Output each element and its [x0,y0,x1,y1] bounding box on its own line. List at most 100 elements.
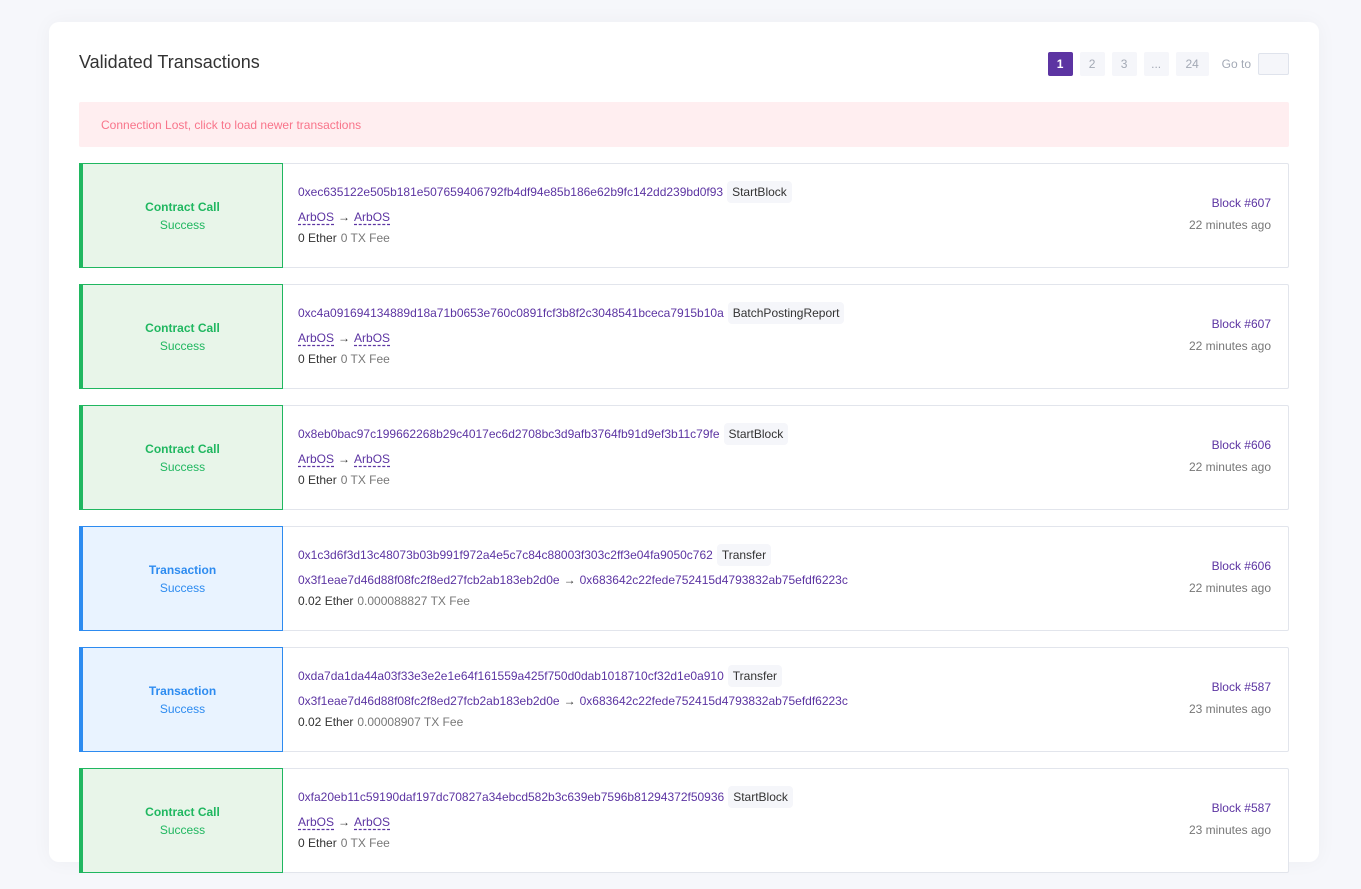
goto-page-input[interactable] [1258,53,1289,75]
tx-type-label: Transaction [148,562,217,577]
tx-method-badge: StartBlock [723,423,789,445]
tx-fee: 0 TX Fee [340,231,390,245]
tx-status-label: Success [159,580,206,595]
page-ellipsis-button[interactable]: ... [1143,52,1169,76]
tx-amount: 0 Ether [298,473,337,487]
tx-amount: 0 Ether [298,231,337,245]
tx-type-panel: Transaction Success [79,526,283,631]
tx-value-line: 0 Ether 0 TX Fee [298,352,1288,366]
transaction-list: Contract Call Success 0xec635122e505b181e5… [79,163,1289,889]
to-address-link[interactable]: 0x683642c22fede752415d4793832ab75efdf622… [580,573,848,587]
tx-age: 22 minutes ago [1188,460,1271,474]
tx-type-panel: Contract Call Success [79,405,283,510]
tx-type-label: Contract Call [145,804,220,819]
tx-details: 0xda7da1da44a03f33e3e2e1e64f161559a425f7… [283,648,1288,751]
tx-amount: 0 Ether [298,352,337,366]
tx-hash-link[interactable]: 0xec635122e505b181e507659406792fb4df94e8… [298,185,723,199]
block-link[interactable]: Block #607 [1189,317,1271,331]
pagination: 1 2 3 ... 24 Go to [1047,52,1289,76]
tx-status-label: Success [159,459,206,474]
tx-value-line: 0 Ether 0 TX Fee [298,473,1288,487]
goto-label: Go to [1221,57,1251,71]
arrow-right-icon: → [338,452,351,466]
tx-meta: Block #587 23 minutes ago [1189,680,1271,716]
from-address-link[interactable]: 0x3f1eae7d46d88f08fc2f8ed27fcb2ab183eb2d… [298,694,560,708]
tx-details: 0xec635122e505b181e507659406792fb4df94e8… [283,164,1288,267]
page-button-24[interactable]: 24 [1175,52,1209,76]
from-address-link[interactable]: ArbOS [298,331,334,345]
tx-address-line: ArbOS → ArbOS [298,210,1288,224]
block-link[interactable]: Block #587 [1189,801,1271,815]
page-button-1[interactable]: 1 [1047,52,1073,76]
tx-value-line: 0.02 Ether 0.00008907 TX Fee [298,715,1288,729]
tx-hash-line: 0x8eb0bac97c199662268b29c4017ec6d2708bc3… [298,421,1288,447]
tx-fee: 0 TX Fee [340,836,390,850]
tx-status-label: Success [159,701,206,716]
tx-type-label: Contract Call [145,441,220,456]
tx-hash-link[interactable]: 0x8eb0bac97c199662268b29c4017ec6d2708bc3… [298,427,720,441]
from-address-link[interactable]: 0x3f1eae7d46d88f08fc2f8ed27fcb2ab183eb2d… [298,573,560,587]
transaction-row: Contract Call Success 0xfa20eb11c59190daf1… [79,768,1289,873]
tx-type-panel: Contract Call Success [79,768,283,873]
tx-type-label: Transaction [148,683,217,698]
tx-age: 22 minutes ago [1188,339,1271,353]
tx-details: 0x1c3d6f3d13c48073b03b991f972a4e5c7c84c8… [283,527,1288,630]
tx-meta: Block #607 22 minutes ago [1189,317,1271,353]
tx-status-label: Success [159,822,206,837]
tx-value-line: 0.02 Ether 0.000088827 TX Fee [298,594,1288,608]
block-link[interactable]: Block #607 [1189,196,1271,210]
transaction-row: Contract Call Success 0xc4a091694134889d18… [79,284,1289,389]
tx-method-badge: StartBlock [727,181,792,203]
tx-address-line: 0x3f1eae7d46d88f08fc2f8ed27fcb2ab183eb2d… [298,694,1288,708]
tx-details: 0xc4a091694134889d18a71b0653e760c0891fcf… [283,285,1288,388]
tx-age: 23 minutes ago [1188,823,1271,837]
block-link[interactable]: Block #606 [1189,559,1271,573]
block-link[interactable]: Block #587 [1189,680,1271,694]
tx-hash-link[interactable]: 0xda7da1da44a03f33e3e2e1e64f161559a425f7… [298,669,724,683]
transaction-row: Contract Call Success 0xec635122e505b181e5… [79,163,1289,268]
tx-age: 23 minutes ago [1188,702,1271,716]
page-title: Validated Transactions [79,52,260,72]
tx-amount: 0.02 Ether [298,594,354,608]
tx-type-panel: Transaction Success [79,647,283,752]
page-button-2[interactable]: 2 [1079,52,1105,76]
tx-value-line: 0 Ether 0 TX Fee [298,836,1288,850]
from-address-link[interactable]: ArbOS [298,452,334,466]
tx-fee: 0.000088827 TX Fee [357,594,470,608]
tx-details: 0xfa20eb11c59190daf197dc70827a34ebcd582b… [283,769,1288,872]
tx-hash-line: 0xec635122e505b181e507659406792fb4df94e8… [298,179,1288,205]
connection-lost-alert[interactable]: Connection Lost, click to load newer tra… [79,102,1289,147]
tx-hash-link[interactable]: 0xc4a091694134889d18a71b0653e760c0891fcf… [298,306,724,320]
tx-age: 22 minutes ago [1188,581,1271,595]
page-button-3[interactable]: 3 [1111,52,1137,76]
arrow-right-icon: → [338,210,351,224]
tx-type-label: Contract Call [145,199,220,214]
tx-meta: Block #606 22 minutes ago [1189,559,1271,595]
tx-method-badge: StartBlock [728,786,793,808]
tx-hash-link[interactable]: 0xfa20eb11c59190daf197dc70827a34ebcd582b… [298,790,724,804]
tx-hash-line: 0x1c3d6f3d13c48073b03b991f972a4e5c7c84c8… [298,542,1288,568]
from-address-link[interactable]: ArbOS [298,210,334,224]
tx-method-badge: BatchPostingReport [727,302,845,324]
tx-address-line: ArbOS → ArbOS [298,452,1288,466]
transaction-row: Contract Call Success 0x8eb0bac97c19966226… [79,405,1289,510]
tx-fee: 0.00008907 TX Fee [357,715,464,729]
tx-amount: 0 Ether [298,836,337,850]
arrow-right-icon: → [563,573,576,587]
transaction-row: Transaction Success 0xda7da1da44a03f33e3e2… [79,647,1289,752]
tx-type-panel: Contract Call Success [79,163,283,268]
to-address-link[interactable]: ArbOS [354,452,390,466]
tx-hash-link[interactable]: 0x1c3d6f3d13c48073b03b991f972a4e5c7c84c8… [298,548,713,562]
transaction-row: Transaction Success 0x1c3d6f3d13c48073b03b… [79,526,1289,631]
tx-fee: 0 TX Fee [340,352,390,366]
block-link[interactable]: Block #606 [1189,438,1271,452]
tx-amount: 0.02 Ether [298,715,354,729]
to-address-link[interactable]: ArbOS [354,331,390,345]
to-address-link[interactable]: 0x683642c22fede752415d4793832ab75efdf622… [580,694,848,708]
tx-type-panel: Contract Call Success [79,284,283,389]
to-address-link[interactable]: ArbOS [354,210,390,224]
tx-hash-line: 0xfa20eb11c59190daf197dc70827a34ebcd582b… [298,784,1288,810]
tx-type-label: Contract Call [145,320,220,335]
tx-hash-line: 0xda7da1da44a03f33e3e2e1e64f161559a425f7… [298,663,1288,689]
tx-method-badge: Transfer [727,665,782,687]
